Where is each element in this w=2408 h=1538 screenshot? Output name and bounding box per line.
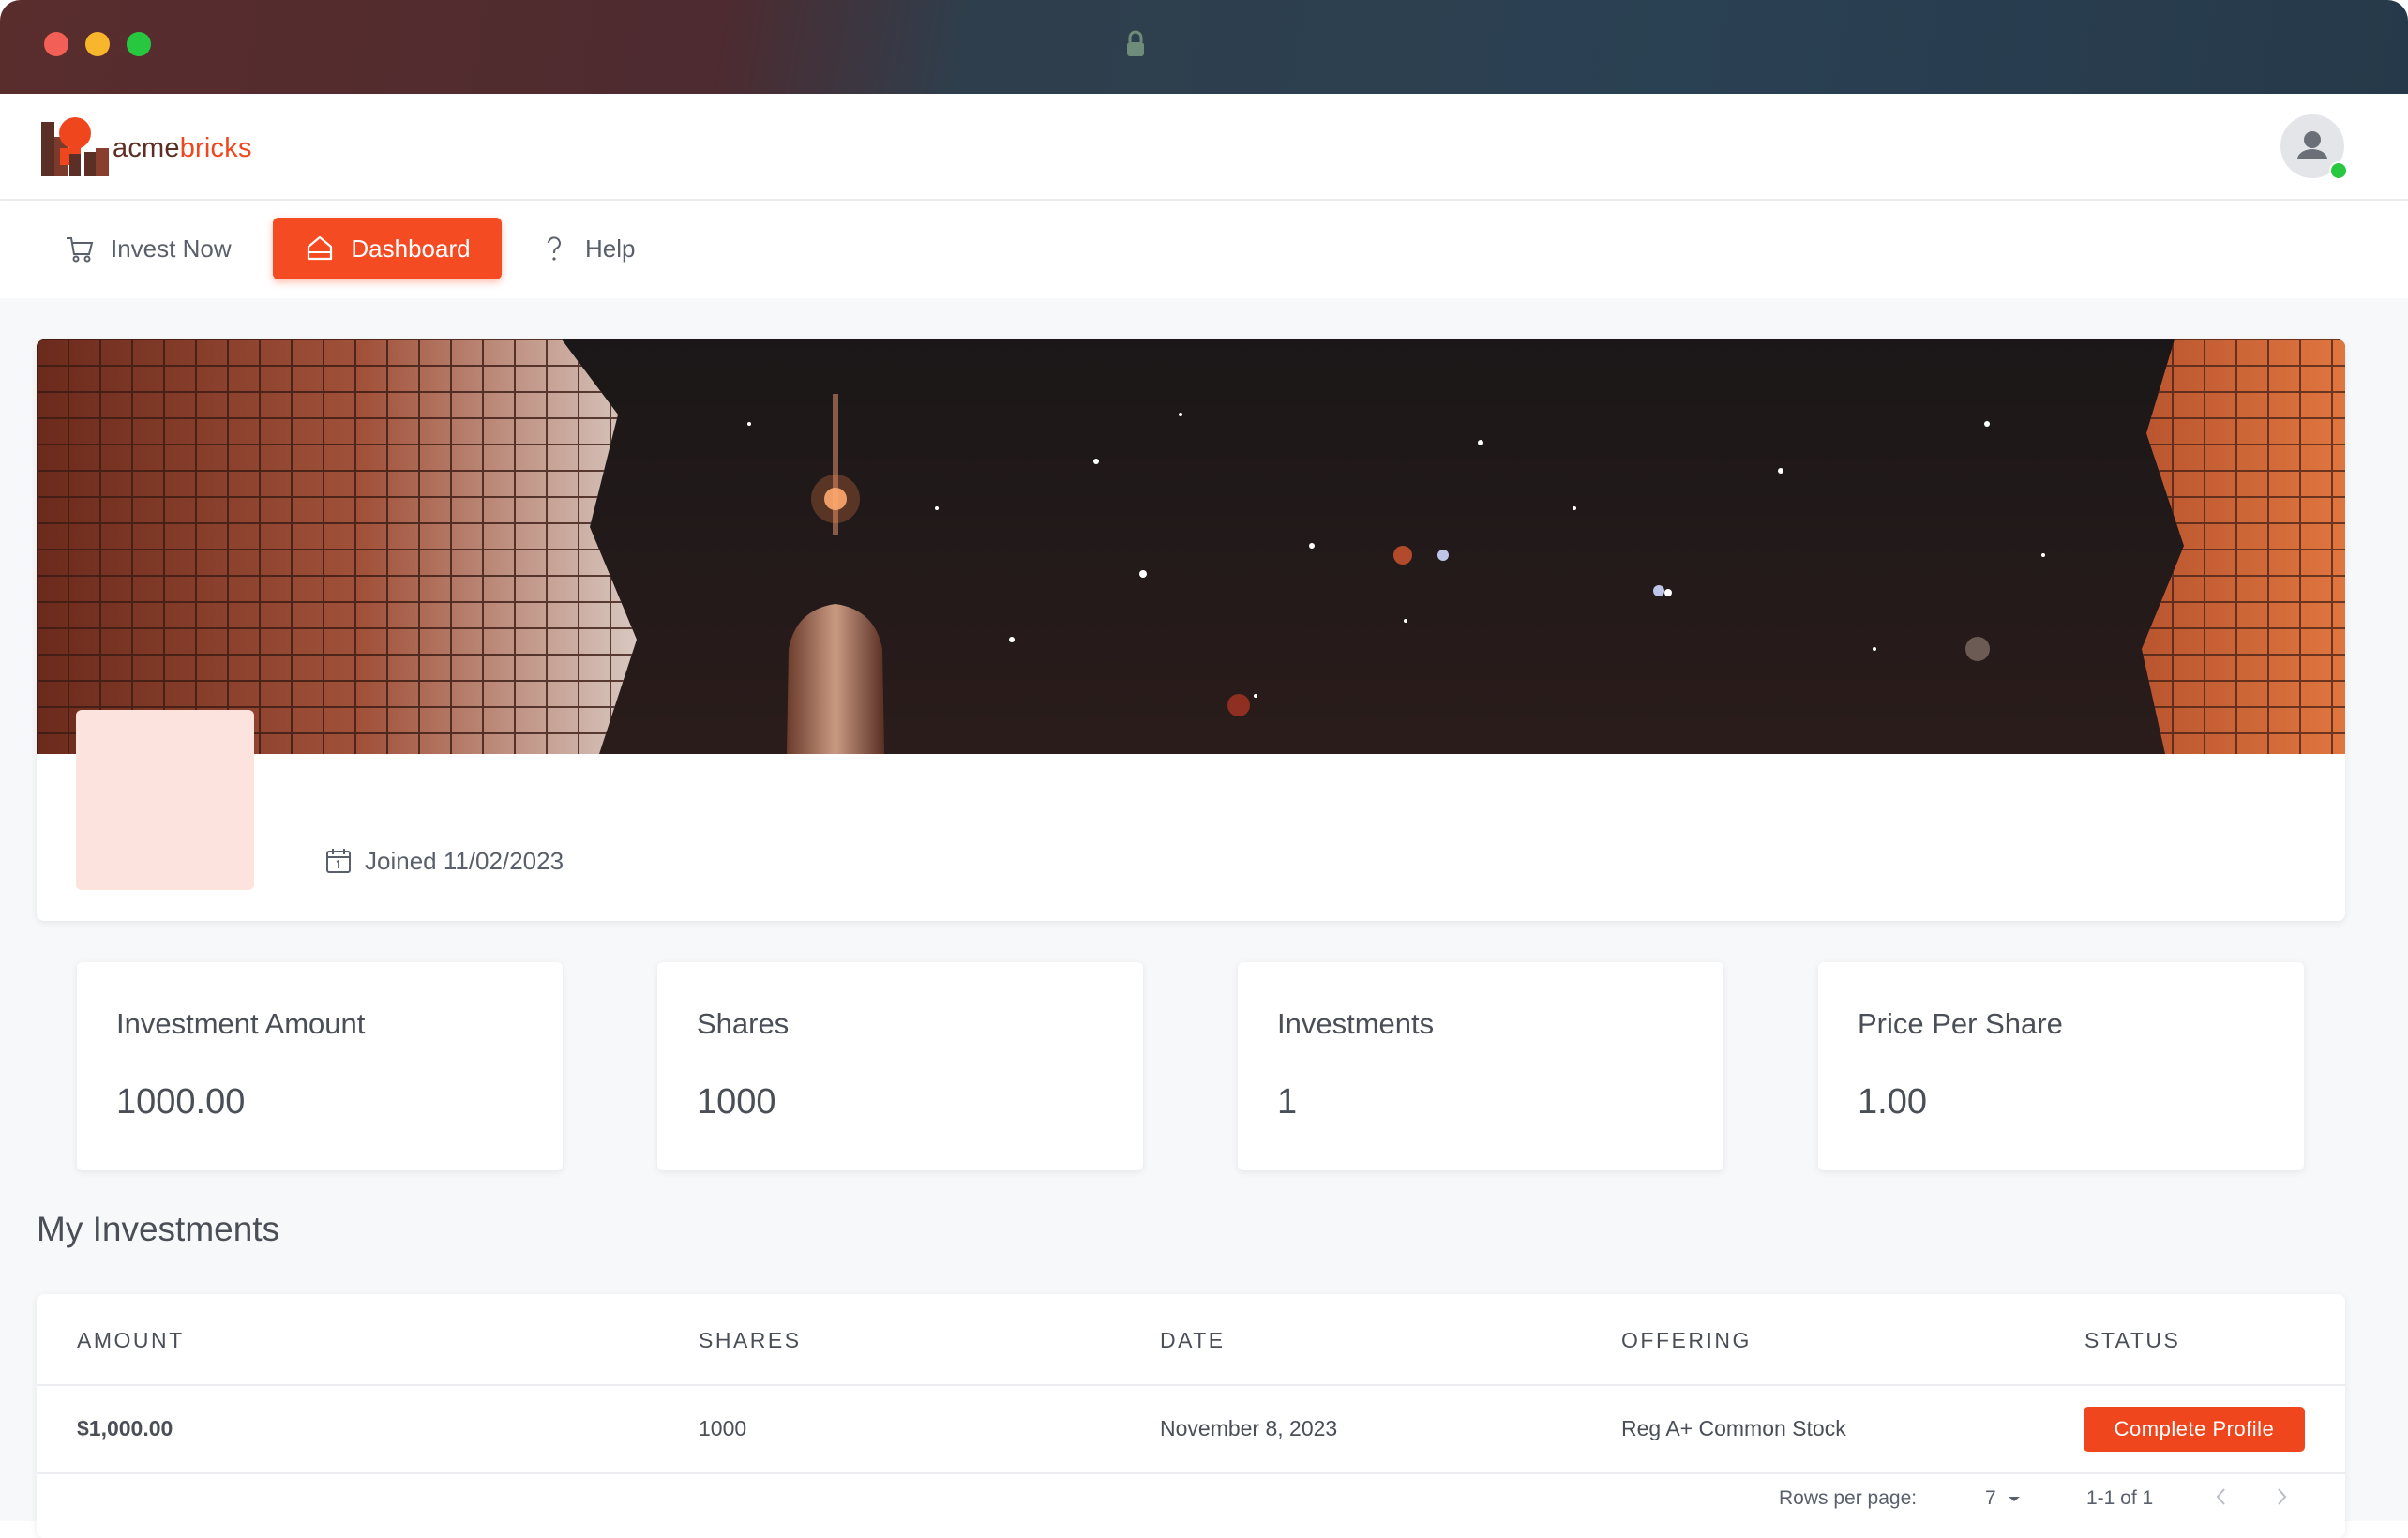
column-header-offering[interactable]: OFFERING	[1621, 1328, 1752, 1353]
cart-icon	[67, 237, 94, 263]
column-header-date[interactable]: DATE	[1160, 1328, 1226, 1353]
main-nav: Invest Now Dashboard Help	[0, 201, 2408, 298]
window-close-button[interactable]	[44, 32, 68, 56]
rows-per-page-label: Rows per page:	[1779, 1487, 1918, 1509]
stat-value: 1	[1277, 1082, 1298, 1122]
nav-invest-now-label: Invest Now	[111, 234, 232, 263]
investments-table: AMOUNT SHARES DATE OFFERING STATUS $1,00…	[37, 1294, 2345, 1538]
nav-help-label: Help	[585, 234, 636, 263]
brand-name-part2: bricks	[179, 133, 252, 163]
profile-banner-image	[37, 339, 2345, 754]
pagination-range: 1-1 of 1	[2086, 1487, 2154, 1509]
profile-picture-placeholder[interactable]	[76, 710, 254, 890]
cell-date: November 8, 2023	[1160, 1416, 1338, 1440]
chevron-right-icon[interactable]	[2272, 1485, 2291, 1508]
question-icon	[548, 236, 561, 261]
brand-name-part1: acme	[113, 133, 180, 163]
nav-dashboard[interactable]: Dashboard	[273, 218, 502, 279]
column-header-amount[interactable]: AMOUNT	[77, 1328, 185, 1353]
lock-icon	[1127, 30, 1144, 56]
profile-card: Joined 11/02/2023	[37, 339, 2345, 921]
stat-label: Shares	[697, 1007, 790, 1040]
column-header-status[interactable]: STATUS	[2084, 1328, 2180, 1353]
joined-date-text: Joined 11/02/2023	[365, 846, 564, 875]
rows-per-page-value: 7	[1985, 1487, 1996, 1509]
stat-label: Investments	[1277, 1007, 1435, 1040]
nav-invest-now[interactable]: Invest Now	[64, 218, 232, 279]
table-row[interactable]: $1,000.00 1000 November 8, 2023 Reg A+ C…	[37, 1384, 2345, 1474]
stat-card-investment-amount: Investment Amount 1000.00	[77, 962, 563, 1170]
home-icon	[308, 235, 333, 261]
dashboard-main: Joined 11/02/2023 Investment Amount 1000…	[0, 298, 2408, 1538]
online-status-dot	[2329, 161, 2348, 180]
browser-titlebar	[0, 0, 2408, 94]
column-header-shares[interactable]: SHARES	[699, 1328, 802, 1353]
acmebricks-logo-icon[interactable]	[41, 116, 109, 176]
chevron-left-icon[interactable]	[2212, 1485, 2231, 1508]
joined-date: Joined 11/02/2023	[324, 846, 564, 876]
stat-value: 1000.00	[116, 1082, 246, 1122]
caret-down-icon	[2008, 1497, 2020, 1501]
nav-help[interactable]: Help	[538, 218, 635, 279]
window-zoom-button[interactable]	[127, 32, 151, 56]
stat-card-shares: Shares 1000	[657, 962, 1143, 1170]
complete-profile-button[interactable]: Complete Profile	[2084, 1407, 2305, 1452]
cell-shares: 1000	[699, 1416, 747, 1440]
cell-amount: $1,000.00	[77, 1416, 173, 1440]
rows-per-page-select[interactable]: 7	[1985, 1487, 2023, 1510]
stat-value: 1000	[697, 1082, 776, 1122]
stat-value: 1.00	[1858, 1082, 1927, 1122]
cell-offering: Reg A+ Common Stock	[1621, 1416, 1846, 1440]
calendar-icon	[326, 849, 351, 873]
my-investments-title: My Investments	[37, 1210, 280, 1248]
stat-card-price-per-share: Price Per Share 1.00	[1818, 962, 2304, 1170]
stat-card-investments: Investments 1	[1238, 962, 1723, 1170]
stat-label: Price Per Share	[1858, 1007, 2063, 1040]
table-header: AMOUNT SHARES DATE OFFERING STATUS	[37, 1294, 2345, 1386]
brand-name[interactable]: acmebricks	[113, 133, 252, 164]
app-header: acmebricks	[0, 94, 2408, 201]
nav-dashboard-label: Dashboard	[351, 234, 471, 263]
stat-label: Investment Amount	[116, 1007, 366, 1040]
window-minimize-button[interactable]	[85, 32, 110, 56]
